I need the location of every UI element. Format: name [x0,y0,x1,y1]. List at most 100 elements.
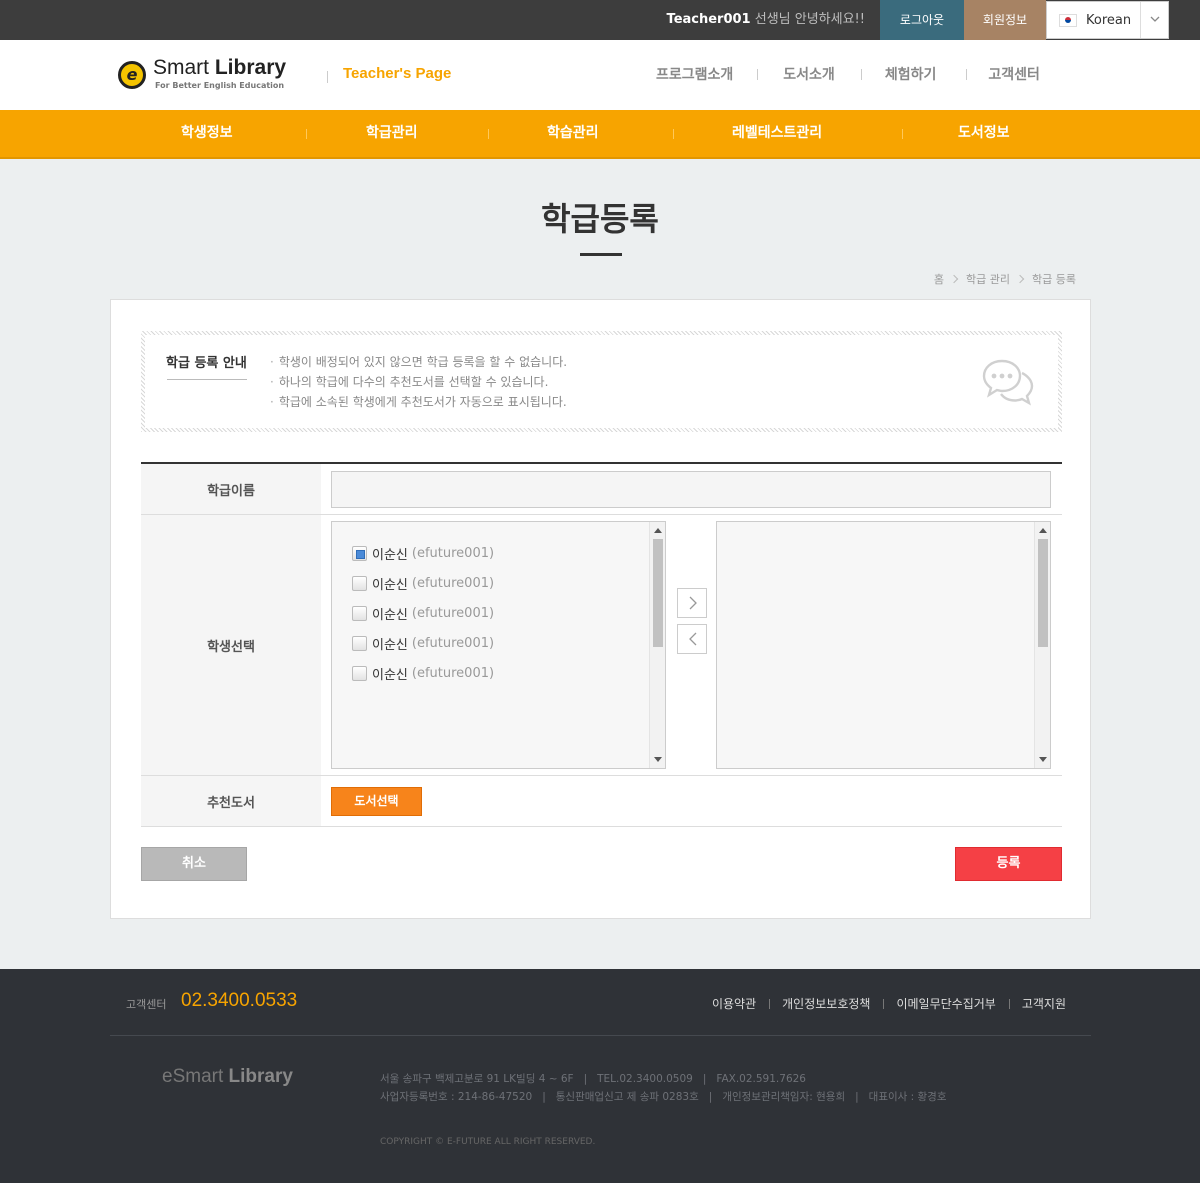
company-info: 서울 송파구 백제고분로 91 LK빌딩 4 ~ 6F | TEL.02.3400.… [380,1073,947,1103]
content-box: 학급 등록 안내 학생이 배정되어 있지 않으면 학급 등록을 할 수 없습니다… [110,299,1091,919]
greeting: Teacher001 선생님 안녕하세요!! [667,0,865,40]
recommended-books-label: 추천도서 [141,776,321,826]
footer: 고객센터 02.3400.0533 이용약관 개인정보보호정책 이메일무단수집거… [0,969,1200,1183]
chevron-left-icon [689,632,697,646]
gnb-divider [488,129,489,139]
student-item[interactable]: 이순신 (efuture001) [352,568,494,598]
breadcrumb: 홈 학급 관리 학급 등록 [934,271,1076,287]
breadcrumb-current: 학급 등록 [1032,273,1076,286]
util-nav-trial[interactable]: 체험하기 [860,64,967,86]
gnb-learning-management[interactable]: 학습관리 [547,110,599,157]
customer-center-phone: 02.3400.0533 [181,990,298,1011]
footer-logo: eSmart Library [162,1066,293,1087]
util-nav-program[interactable]: 프로그램소개 [640,64,757,86]
korea-flag-icon [1059,14,1077,27]
scroll-up-icon[interactable] [1039,528,1047,533]
student-item[interactable]: 이순신 (efuture001) [352,658,494,688]
breadcrumb-class-management[interactable]: 학급 관리 [966,271,1010,287]
student-item[interactable]: 이순신 (efuture001) [352,628,494,658]
student-name: 이순신 [372,547,408,563]
scrollbar-thumb[interactable] [1038,539,1048,647]
logo-text: Smart Library [153,56,287,79]
footer-link-privacy[interactable]: 개인정보보호정책 [769,995,883,1012]
greeting-text: 선생님 안녕하세요!! [754,12,865,27]
student-item[interactable]: 이순신 (efuture001) [352,598,494,628]
member-info-button[interactable]: 회원정보 [964,0,1046,40]
section-title: Teacher's Page [343,65,452,82]
select-books-button[interactable]: 도서선택 [331,787,422,816]
util-nav-books[interactable]: 도서소개 [757,64,861,86]
breadcrumb-home[interactable]: 홈 [934,271,944,287]
company-fax: FAX.02.591.7626 [716,1073,806,1085]
student-checkbox[interactable] [352,575,367,591]
move-right-button[interactable] [677,588,707,618]
notice-item: 학생이 배정되어 있지 않으면 학급 등록을 할 수 없습니다. [270,352,567,372]
business-number: 사업자등록번호 : 214-86-47520 [380,1091,533,1103]
scrollbar-thumb[interactable] [653,539,663,647]
move-left-button[interactable] [677,624,707,654]
logo-tagline: For Better English Education [155,81,285,90]
student-id: (efuture001) [411,605,495,621]
top-bar: Teacher001 선생님 안녕하세요!! 로그아웃 회원정보 Korean [0,0,1200,40]
source-list-scrollbar[interactable] [649,522,665,768]
ceo-name: 대표이사 : 황경호 [868,1091,947,1103]
student-target-list[interactable] [716,521,1051,769]
logo-e-icon: e [118,61,146,89]
gnb-class-management[interactable]: 학급관리 [366,110,418,157]
chevron-right-icon [689,596,697,610]
footer-links: 이용약관 개인정보보호정책 이메일무단수집거부 고객지원 [699,995,1066,1012]
logo[interactable]: e Smart Library For Better English Educa… [118,55,308,97]
row-divider [141,826,1062,827]
page-title: 학급등록 [541,200,659,238]
chevron-right-icon [1015,274,1025,284]
student-id: (efuture001) [411,635,495,651]
gnb-book-info[interactable]: 도서정보 [958,110,1010,157]
user-name: Teacher001 [666,12,751,27]
student-name: 이순신 [372,667,408,683]
student-id: (efuture001) [411,545,495,561]
student-source-list[interactable]: 이순신 (efuture001) 이순신 (efuture001) 이순신 (e… [331,521,666,769]
header-divider [327,71,328,83]
company-address: 서울 송파구 백제고분로 91 LK빌딩 4 ~ 6F [380,1073,574,1085]
student-name: 이순신 [372,607,408,623]
footer-link-support[interactable]: 고객지원 [1008,995,1066,1012]
main-nav: 학생정보 학급관리 학습관리 레벨테스트관리 도서정보 [0,110,1200,159]
student-item[interactable]: 이순신 (efuture001) [352,538,494,568]
class-name-label: 학급이름 [141,464,321,514]
scroll-up-icon[interactable] [654,528,662,533]
register-button[interactable]: 등록 [955,847,1062,881]
gnb-student-info[interactable]: 학생정보 [181,110,233,157]
chevron-down-icon [1150,16,1160,22]
gnb-level-test[interactable]: 레벨테스트관리 [732,110,822,157]
notice-box: 학급 등록 안내 학생이 배정되어 있지 않으면 학급 등록을 할 수 없습니다… [141,331,1062,432]
student-name: 이순신 [372,577,408,593]
customer-center-label: 고객센터 [126,998,167,1011]
logout-button[interactable]: 로그아웃 [880,0,964,40]
student-checkbox[interactable] [352,605,367,621]
chevron-right-icon [949,274,959,284]
gnb-divider [902,129,903,139]
footer-divider [110,1035,1091,1036]
footer-link-terms[interactable]: 이용약관 [699,995,769,1012]
student-checkbox[interactable] [352,635,367,651]
class-name-input[interactable] [331,471,1051,508]
title-underline [580,253,622,256]
language-select[interactable]: Korean [1046,1,1169,39]
scroll-down-icon[interactable] [1039,757,1047,762]
util-nav-support[interactable]: 고객센터 [966,64,1056,86]
cancel-button[interactable]: 취소 [141,847,247,881]
student-id: (efuture001) [411,575,495,591]
scroll-down-icon[interactable] [654,757,662,762]
student-checkbox[interactable] [352,545,367,561]
util-nav: 프로그램소개 도서소개 체험하기 고객센터 [640,64,1056,86]
footer-link-email-policy[interactable]: 이메일무단수집거부 [883,995,1008,1012]
privacy-officer: 개인정보관리책임자: 현용희 [722,1091,846,1103]
language-divider [1140,2,1141,38]
mail-order-number: 통신판매업신고 제 송파 0283호 [555,1091,699,1103]
student-checkbox[interactable] [352,665,367,681]
chat-bubbles-icon [982,359,1034,406]
notice-title: 학급 등록 안내 [166,356,247,371]
target-list-scrollbar[interactable] [1034,522,1050,768]
language-label: Korean [1086,13,1132,28]
gnb-divider [306,129,307,139]
